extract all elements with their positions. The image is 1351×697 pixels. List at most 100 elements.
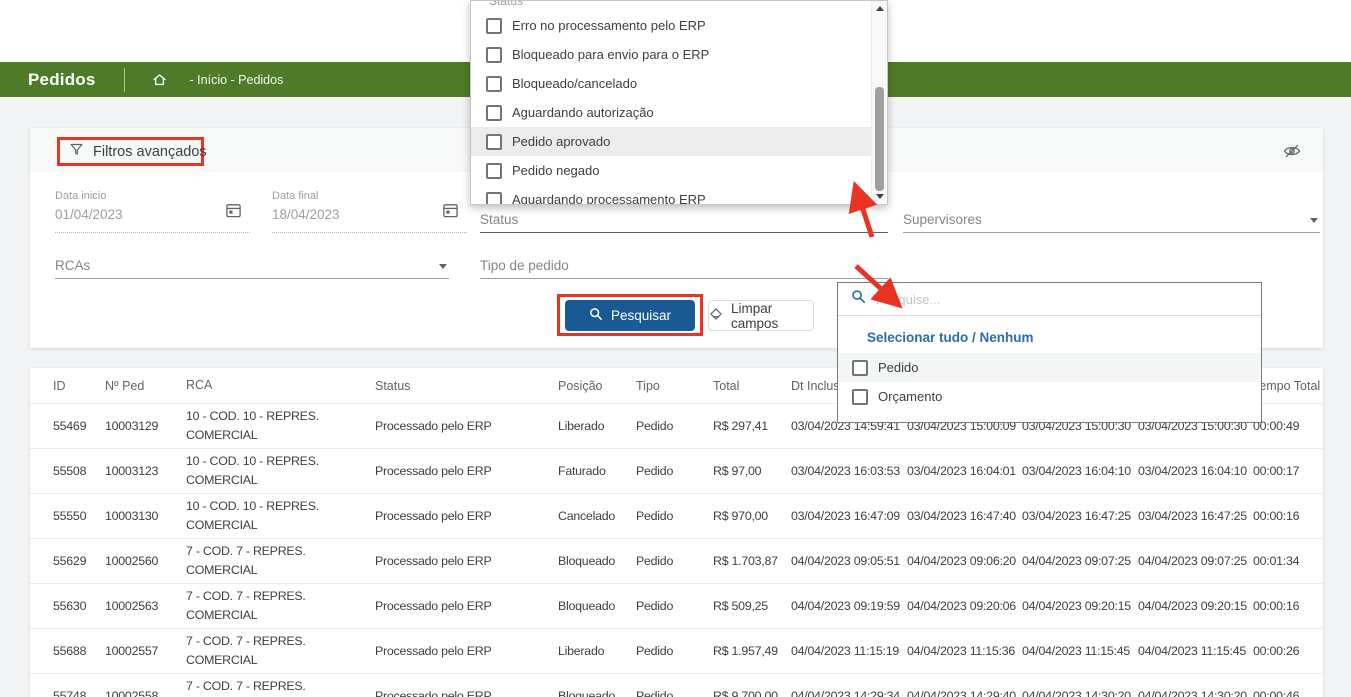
chevron-down-icon [1310,218,1318,223]
table-cell: 00:00:49 [1253,419,1323,433]
checkbox[interactable] [486,105,502,121]
status-option[interactable]: Aguardando processamento ERP [471,185,871,205]
table-cell: Pedido [636,509,713,523]
table-cell: 55748 [53,689,105,697]
dropdown-scrollbar[interactable] [871,1,887,204]
annotation-pesquisar-box [557,294,703,336]
hide-filters-icon[interactable] [1282,141,1302,166]
table-cell: 04/04/2023 14:29:40 [907,689,1022,697]
column-header: RCA [186,376,375,395]
table-cell: 04/04/2023 09:07:25 [1138,554,1253,568]
data-inicio-field[interactable]: Data inicio 01/04/2023 [55,190,250,233]
tipo-pedido-dropdown: Selecionar tudo / Nenhum Pedido Orçamento [837,282,1262,423]
filters-title[interactable]: Filtros avançados [93,144,207,160]
status-option[interactable]: Aguardando autorização [471,98,871,127]
data-inicio-label: Data inicio [55,190,106,202]
option-label: Pedido [878,360,918,375]
table-cell: 10003123 [105,464,186,478]
table-cell: 7 - COD. 7 - REPRES. COMERCIAL [186,632,375,669]
status-option[interactable]: Bloqueado/cancelado [471,69,871,98]
table-cell: R$ 1.703,87 [713,554,791,568]
checkbox[interactable] [486,192,502,206]
table-cell: Pedido [636,464,713,478]
tipo-pedido-field-label: Tipo de pedido [480,258,569,273]
scroll-down-icon[interactable] [876,194,884,199]
status-dropdown: Status Erro no processamento pelo ERPBlo… [470,0,888,205]
status-option[interactable]: Pedido aprovado [471,127,871,156]
status-option[interactable]: Erro no processamento pelo ERP [471,11,871,40]
table-cell: Pedido [636,419,713,433]
checkbox[interactable] [486,47,502,63]
checkbox[interactable] [486,76,502,92]
status-options-list: Erro no processamento pelo ERPBloqueado … [471,11,871,205]
option-label: Aguardando processamento ERP [512,192,706,205]
checkbox[interactable] [486,163,502,179]
table-row[interactable]: 555501000313010 - COD. 10 - REPRES. COME… [30,493,1323,538]
table-cell: 04/04/2023 09:05:51 [791,554,907,568]
option-label: Aguardando autorização [512,105,654,120]
table-cell: 03/04/2023 16:47:25 [1022,509,1138,523]
table-cell: Processado pelo ERP [375,599,558,613]
app-root: Pedidos - Início - Pedidos Filtros avanç… [0,0,1351,697]
table-cell: Pedido [636,689,713,697]
column-header: Tempo Total [1253,379,1323,393]
checkbox[interactable] [852,360,868,376]
tipo-pedido-field[interactable]: Tipo de pedido [480,255,888,279]
table-cell: 03/04/2023 16:04:01 [907,464,1022,478]
table-cell: 04/04/2023 14:29:34 [791,689,907,697]
table-cell: Processado pelo ERP [375,419,558,433]
table-cell: Bloqueado [558,689,636,697]
dropdown-search-input[interactable] [874,291,1204,308]
table-cell: 04/04/2023 09:06:20 [907,554,1022,568]
table-cell: 03/04/2023 16:47:40 [907,509,1022,523]
data-final-label: Data final [272,190,318,202]
table-cell: 00:01:34 [1253,554,1323,568]
table-cell: 00:00:17 [1253,464,1323,478]
table-row[interactable]: 55688100025577 - COD. 7 - REPRES. COMERC… [30,628,1323,673]
dropdown-search-row [838,283,1261,316]
rcas-field-label: RCAs [55,258,90,273]
column-header: Posição [558,379,636,393]
table-cell: Processado pelo ERP [375,689,558,697]
table-cell: 00:00:16 [1253,599,1323,613]
checkbox[interactable] [486,18,502,34]
checkbox[interactable] [852,389,868,405]
table-cell: 00:00:16 [1253,509,1323,523]
scroll-up-icon[interactable] [876,6,884,11]
limpar-campos-button[interactable]: Limpar campos [708,300,814,331]
table-cell: 00:00:46 [1253,689,1323,697]
data-final-value: 18/04/2023 [272,207,340,222]
status-field-label: Status [480,212,518,227]
data-final-field[interactable]: Data final 18/04/2023 [272,190,467,233]
supervisores-field[interactable]: Supervisores [903,190,1320,233]
column-header: Nº Ped [105,379,186,393]
table-cell: Pedido [636,554,713,568]
table-row[interactable]: 55629100025607 - COD. 7 - REPRES. COMERC… [30,538,1323,583]
table-cell: 55550 [53,509,105,523]
table-cell: 03/04/2023 16:04:10 [1022,464,1138,478]
limpar-campos-button-label: Limpar campos [731,301,813,331]
checkbox[interactable] [486,134,502,150]
breadcrumb: - Início - Pedidos [190,73,284,87]
rcas-field[interactable]: RCAs [55,255,449,279]
select-all-link[interactable]: Selecionar tudo / Nenhum [867,330,1034,345]
table-cell: 04/04/2023 11:15:19 [791,644,907,658]
table-row[interactable]: 55630100025637 - COD. 7 - REPRES. COMERC… [30,583,1323,628]
status-option[interactable]: Pedido negado [471,156,871,185]
table-cell: 04/04/2023 09:20:15 [1022,599,1138,613]
table-row[interactable]: 555081000312310 - COD. 10 - REPRES. COME… [30,448,1323,493]
status-option[interactable]: Bloqueado para envio para o ERP [471,40,871,69]
home-icon[interactable] [151,71,168,88]
calendar-icon[interactable] [442,202,459,224]
table-row[interactable]: 55748100025587 - COD. 7 - REPRES. COMERC… [30,673,1323,697]
tipo-option[interactable]: Pedido [838,353,1261,382]
table-cell: 10002557 [105,644,186,658]
table-cell: R$ 509,25 [713,599,791,613]
column-header: Tipo [636,379,713,393]
table-cell: 04/04/2023 11:15:45 [1022,644,1138,658]
tipo-option[interactable]: Orçamento [838,382,1261,411]
calendar-icon[interactable] [225,202,242,224]
filter-icon[interactable] [69,142,84,162]
scrollbar-thumb[interactable] [875,87,884,191]
table-cell: 10 - COD. 10 - REPRES. COMERCIAL [186,452,375,489]
